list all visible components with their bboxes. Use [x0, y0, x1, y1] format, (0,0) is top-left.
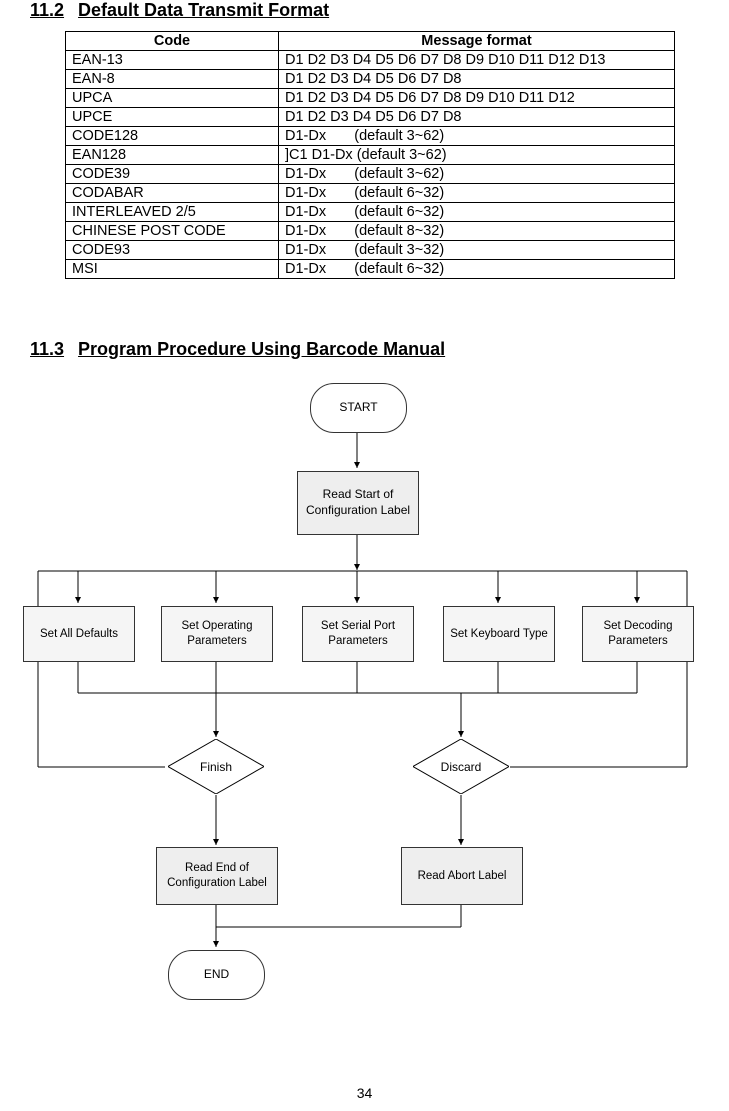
- flow-finish: Finish: [168, 739, 264, 794]
- th-msg: Message format: [279, 32, 675, 51]
- flow-set-serial: Set Serial Port Parameters: [302, 606, 414, 662]
- code-cell: INTERLEAVED 2/5: [66, 203, 279, 222]
- flow-start: START: [310, 383, 407, 433]
- msg-cell: D1-Dx (default 3~32): [279, 241, 675, 260]
- code-cell: UPCA: [66, 89, 279, 108]
- msg-cell: ]C1 D1-Dx (default 3~62): [279, 146, 675, 165]
- code-cell: EAN128: [66, 146, 279, 165]
- flow-set-all-defaults: Set All Defaults: [23, 606, 135, 662]
- flow-discard: Discard: [413, 739, 509, 794]
- flow-box3-label: Set Serial Port Parameters: [321, 619, 395, 649]
- code-cell: CODE93: [66, 241, 279, 260]
- table-row: INTERLEAVED 2/5D1-Dx (default 6~32): [66, 203, 675, 222]
- section-11-3-header: 11.3 Program Procedure Using Barcode Man…: [30, 339, 699, 360]
- section-11-2-header: 11.2 Default Data Transmit Format: [30, 0, 699, 21]
- page-number: 34: [0, 1085, 729, 1101]
- format-table: Code Message format EAN-13D1 D2 D3 D4 D5…: [65, 31, 675, 279]
- flow-set-keyboard: Set Keyboard Type: [443, 606, 555, 662]
- table-row: CODE39D1-Dx (default 3~62): [66, 165, 675, 184]
- msg-cell: D1-Dx (default 8~32): [279, 222, 675, 241]
- msg-cell: D1-Dx (default 3~62): [279, 165, 675, 184]
- flow-read-start-label: Read Start of Configuration Label: [306, 487, 410, 518]
- flow-discard-label: Discard: [413, 739, 509, 794]
- table-row: UPCED1 D2 D3 D4 D5 D6 D7 D8: [66, 108, 675, 127]
- code-cell: CODE39: [66, 165, 279, 184]
- flow-box5-label: Set Decoding Parameters: [603, 619, 672, 649]
- flow-set-operating: Set Operating Parameters: [161, 606, 273, 662]
- flow-set-decoding: Set Decoding Parameters: [582, 606, 694, 662]
- flow-end-label: END: [204, 967, 229, 983]
- code-cell: EAN-8: [66, 70, 279, 89]
- msg-cell: D1 D2 D3 D4 D5 D6 D7 D8: [279, 70, 675, 89]
- msg-cell: D1-Dx (default 3~62): [279, 127, 675, 146]
- flow-read-end-label: Read End of Configuration Label: [167, 861, 267, 891]
- flowchart: START Read Start of Configuration Label …: [0, 375, 699, 1075]
- msg-cell: D1 D2 D3 D4 D5 D6 D7 D8: [279, 108, 675, 127]
- flow-read-abort: Read Abort Label: [401, 847, 523, 905]
- msg-cell: D1-Dx (default 6~32): [279, 260, 675, 279]
- code-cell: CODE128: [66, 127, 279, 146]
- th-code: Code: [66, 32, 279, 51]
- table-row: EAN-13D1 D2 D3 D4 D5 D6 D7 D8 D9 D10 D11…: [66, 51, 675, 70]
- section-title: Program Procedure Using Barcode Manual: [78, 339, 445, 360]
- format-table-container: Code Message format EAN-13D1 D2 D3 D4 D5…: [65, 31, 699, 279]
- table-row: UPCAD1 D2 D3 D4 D5 D6 D7 D8 D9 D10 D11 D…: [66, 89, 675, 108]
- table-row: MSID1-Dx (default 6~32): [66, 260, 675, 279]
- flow-start-label: START: [339, 400, 377, 416]
- section-number: 11.2: [30, 0, 64, 21]
- flow-read-abort-label: Read Abort Label: [418, 869, 507, 884]
- flow-end: END: [168, 950, 265, 1000]
- code-cell: EAN-13: [66, 51, 279, 70]
- section-number: 11.3: [30, 339, 64, 360]
- table-row: CHINESE POST CODED1-Dx (default 8~32): [66, 222, 675, 241]
- table-row: CODE128D1-Dx (default 3~62): [66, 127, 675, 146]
- table-row: EAN-8D1 D2 D3 D4 D5 D6 D7 D8: [66, 70, 675, 89]
- code-cell: CHINESE POST CODE: [66, 222, 279, 241]
- table-row: CODE93D1-Dx (default 3~32): [66, 241, 675, 260]
- table-row: CODABARD1-Dx (default 6~32): [66, 184, 675, 203]
- flow-read-end: Read End of Configuration Label: [156, 847, 278, 905]
- code-cell: UPCE: [66, 108, 279, 127]
- flow-finish-label: Finish: [168, 739, 264, 794]
- flow-box2-label: Set Operating Parameters: [182, 619, 253, 649]
- table-row: EAN128]C1 D1-Dx (default 3~62): [66, 146, 675, 165]
- flow-box4-label: Set Keyboard Type: [450, 627, 548, 642]
- code-cell: CODABAR: [66, 184, 279, 203]
- flow-read-start: Read Start of Configuration Label: [297, 471, 419, 535]
- msg-cell: D1-Dx (default 6~32): [279, 184, 675, 203]
- msg-cell: D1 D2 D3 D4 D5 D6 D7 D8 D9 D10 D11 D12: [279, 89, 675, 108]
- msg-cell: D1-Dx (default 6~32): [279, 203, 675, 222]
- section-title: Default Data Transmit Format: [78, 0, 329, 21]
- code-cell: MSI: [66, 260, 279, 279]
- msg-cell: D1 D2 D3 D4 D5 D6 D7 D8 D9 D10 D11 D12 D…: [279, 51, 675, 70]
- flow-box1-label: Set All Defaults: [40, 627, 118, 642]
